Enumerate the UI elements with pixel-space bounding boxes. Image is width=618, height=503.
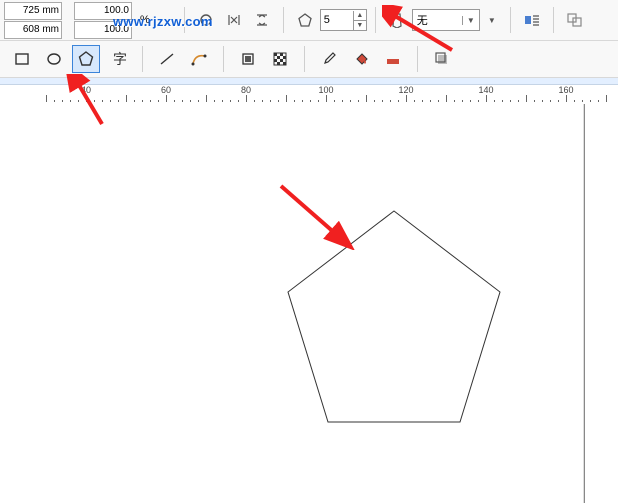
pattern-tool[interactable]	[266, 45, 294, 73]
outline-style-dropdown[interactable]: ▼	[482, 7, 502, 33]
scale-x-input[interactable]	[74, 2, 132, 20]
eyedropper-tool[interactable]	[315, 45, 343, 73]
ruler-label: 100	[318, 85, 333, 95]
polygon-tool[interactable]	[72, 45, 100, 73]
page-boundary	[584, 104, 618, 503]
polygon-icon	[292, 7, 318, 33]
separator	[184, 7, 185, 33]
curve-tool[interactable]	[185, 45, 213, 73]
ruler-label: 80	[241, 85, 251, 95]
separator	[223, 46, 224, 72]
pentagon-shape[interactable]	[284, 207, 504, 437]
drawing-canvas[interactable]	[20, 102, 618, 503]
mirror-vertical-icon[interactable]	[249, 7, 275, 33]
ruler-label: 120	[398, 85, 413, 95]
y-position-input[interactable]	[4, 21, 62, 39]
strip	[0, 78, 618, 85]
shape-toolbar: 字	[0, 41, 618, 78]
transparency-tool[interactable]	[379, 45, 407, 73]
svg-text:字: 字	[113, 52, 127, 68]
sides-spinner[interactable]: ▲ ▼	[353, 11, 366, 30]
spinner-up-icon[interactable]: ▲	[353, 11, 366, 21]
shadow-tool[interactable]	[428, 45, 456, 73]
separator	[417, 46, 418, 72]
chevron-down-icon: ▼	[462, 16, 475, 25]
ruler-label: 40	[81, 85, 91, 95]
outline-pen-icon[interactable]	[384, 7, 410, 33]
outline-width-dropdown[interactable]: 无 ▼	[412, 9, 480, 31]
vertical-ruler	[0, 102, 21, 503]
separator	[142, 46, 143, 72]
chevron-down-icon: ▼	[488, 16, 496, 25]
x-position-input[interactable]	[4, 2, 62, 20]
ruler-label: 60	[161, 85, 171, 95]
scale-fields	[74, 2, 132, 39]
position-fields	[4, 2, 62, 39]
separator	[304, 46, 305, 72]
crop-tool[interactable]	[234, 45, 262, 73]
ellipse-tool[interactable]	[40, 45, 68, 73]
spinner-down-icon[interactable]: ▼	[353, 21, 366, 30]
line-tool[interactable]	[153, 45, 181, 73]
separator	[283, 7, 284, 33]
ruler-label: 160	[558, 85, 573, 95]
polygon-sides-input[interactable]	[321, 14, 353, 26]
rectangle-tool[interactable]	[8, 45, 36, 73]
text-wrap-icon[interactable]	[519, 7, 545, 33]
property-bar: % ▲ ▼ 无 ▼ ▼	[0, 0, 618, 41]
scale-y-input[interactable]	[74, 21, 132, 39]
mirror-horizontal-icon[interactable]	[221, 7, 247, 33]
combine-icon[interactable]	[562, 7, 588, 33]
separator	[375, 7, 376, 33]
rotation-icon[interactable]	[193, 7, 219, 33]
percent-label: %	[136, 14, 154, 26]
text-tool[interactable]: 字	[104, 45, 132, 73]
outline-width-label: 无	[417, 12, 428, 28]
separator	[553, 7, 554, 33]
ruler-label: 140	[478, 85, 493, 95]
polygon-sides-field[interactable]: ▲ ▼	[320, 9, 367, 31]
separator	[510, 7, 511, 33]
fill-tool[interactable]	[347, 45, 375, 73]
